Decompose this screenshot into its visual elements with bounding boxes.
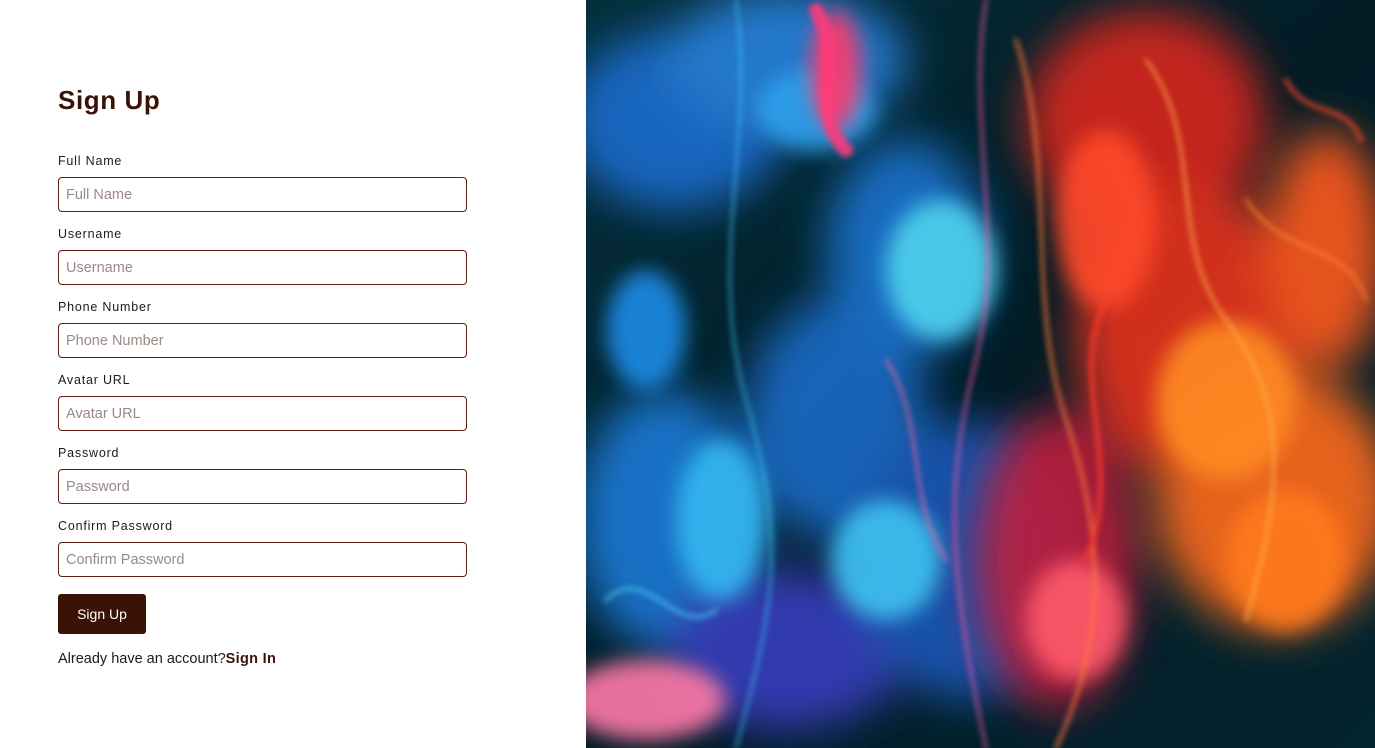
username-label: Username bbox=[58, 227, 123, 241]
confirm-password-field-group: Confirm Password bbox=[58, 519, 467, 577]
password-label: Password bbox=[58, 446, 120, 460]
signup-page: Sign Up Full Name Username Phone Number … bbox=[0, 0, 1375, 748]
signup-form: Sign Up Full Name Username Phone Number … bbox=[58, 84, 467, 668]
signin-prompt-row: Already have an account?Sign In bbox=[58, 650, 467, 668]
phone-number-input[interactable] bbox=[58, 323, 467, 358]
phone-number-field-group: Phone Number bbox=[58, 300, 467, 358]
full-name-field-group: Full Name bbox=[58, 154, 467, 212]
sign-in-link[interactable]: Sign In bbox=[226, 651, 276, 667]
avatar-url-field-group: Avatar URL bbox=[58, 373, 467, 431]
password-field-group: Password bbox=[58, 446, 467, 504]
sign-up-button[interactable]: Sign Up bbox=[58, 594, 146, 634]
username-field-group: Username bbox=[58, 227, 467, 285]
signup-form-panel: Sign Up Full Name Username Phone Number … bbox=[0, 0, 586, 748]
username-input[interactable] bbox=[58, 250, 467, 285]
confirm-password-input[interactable] bbox=[58, 542, 467, 577]
phone-number-label: Phone Number bbox=[58, 300, 152, 314]
full-name-label: Full Name bbox=[58, 154, 123, 168]
page-title: Sign Up bbox=[58, 85, 161, 115]
signin-prompt-text: Already have an account? bbox=[58, 651, 226, 667]
ink-in-water-artwork bbox=[586, 0, 1375, 748]
confirm-password-label: Confirm Password bbox=[58, 519, 173, 533]
avatar-url-label: Avatar URL bbox=[58, 373, 131, 387]
form-fields: Full Name Username Phone Number Avatar U… bbox=[58, 154, 467, 577]
full-name-input[interactable] bbox=[58, 177, 467, 212]
password-input[interactable] bbox=[58, 469, 467, 504]
avatar-url-input[interactable] bbox=[58, 396, 467, 431]
hero-image bbox=[586, 0, 1375, 748]
